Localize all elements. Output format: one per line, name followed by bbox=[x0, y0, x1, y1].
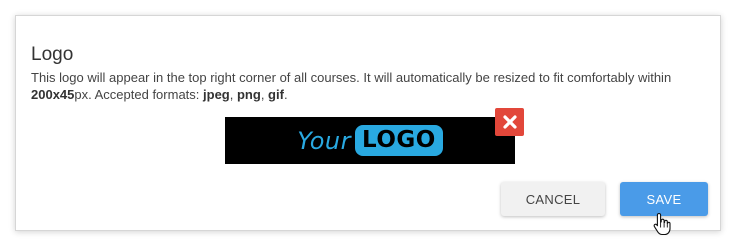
logo-text-logo: LOGO bbox=[354, 125, 443, 156]
description-text: This logo will appear in the top right c… bbox=[31, 70, 672, 85]
save-button[interactable]: SAVE bbox=[620, 182, 708, 216]
format-jpeg: jpeg bbox=[203, 87, 230, 102]
remove-logo-button[interactable] bbox=[495, 108, 524, 136]
cancel-button[interactable]: CANCEL bbox=[501, 182, 605, 216]
period: . bbox=[283, 87, 288, 102]
separator: , bbox=[260, 87, 269, 102]
format-gif: gif bbox=[268, 87, 284, 102]
logo-text-your: Your bbox=[297, 126, 351, 155]
close-icon bbox=[502, 115, 517, 129]
section-description: This logo will appear in the top right c… bbox=[31, 69, 701, 103]
logo-preview-image: Your LOGO bbox=[225, 117, 515, 164]
logo-settings-panel: Logo This logo will appear in the top ri… bbox=[15, 15, 721, 231]
description-text-2: px. Accepted formats: bbox=[74, 87, 204, 102]
dimensions-value: 200x45 bbox=[31, 87, 75, 102]
separator: , bbox=[229, 87, 237, 102]
format-png: png bbox=[236, 87, 261, 102]
section-title: Logo bbox=[31, 44, 74, 65]
hand-pointer-icon bbox=[653, 212, 671, 236]
